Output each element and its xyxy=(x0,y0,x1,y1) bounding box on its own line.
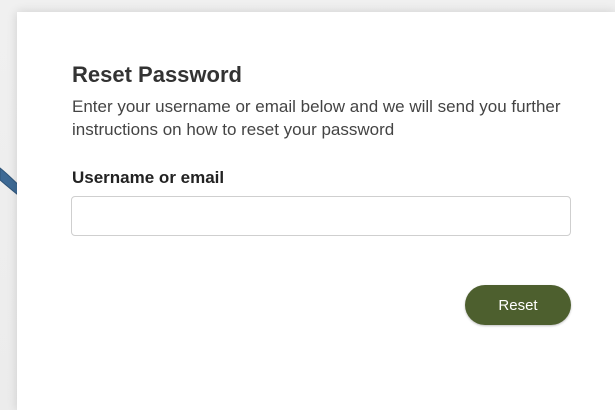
reset-button[interactable]: Reset xyxy=(465,285,571,325)
page-title: Reset Password xyxy=(72,62,242,87)
page-background: Reset Password Enter your username or em… xyxy=(0,0,615,410)
username-label: Username or email xyxy=(72,168,225,187)
username-or-email-input[interactable] xyxy=(71,196,571,236)
instructions-text: Enter your username or email below and w… xyxy=(72,97,561,139)
reset-password-card: Reset Password Enter your username or em… xyxy=(17,12,615,410)
